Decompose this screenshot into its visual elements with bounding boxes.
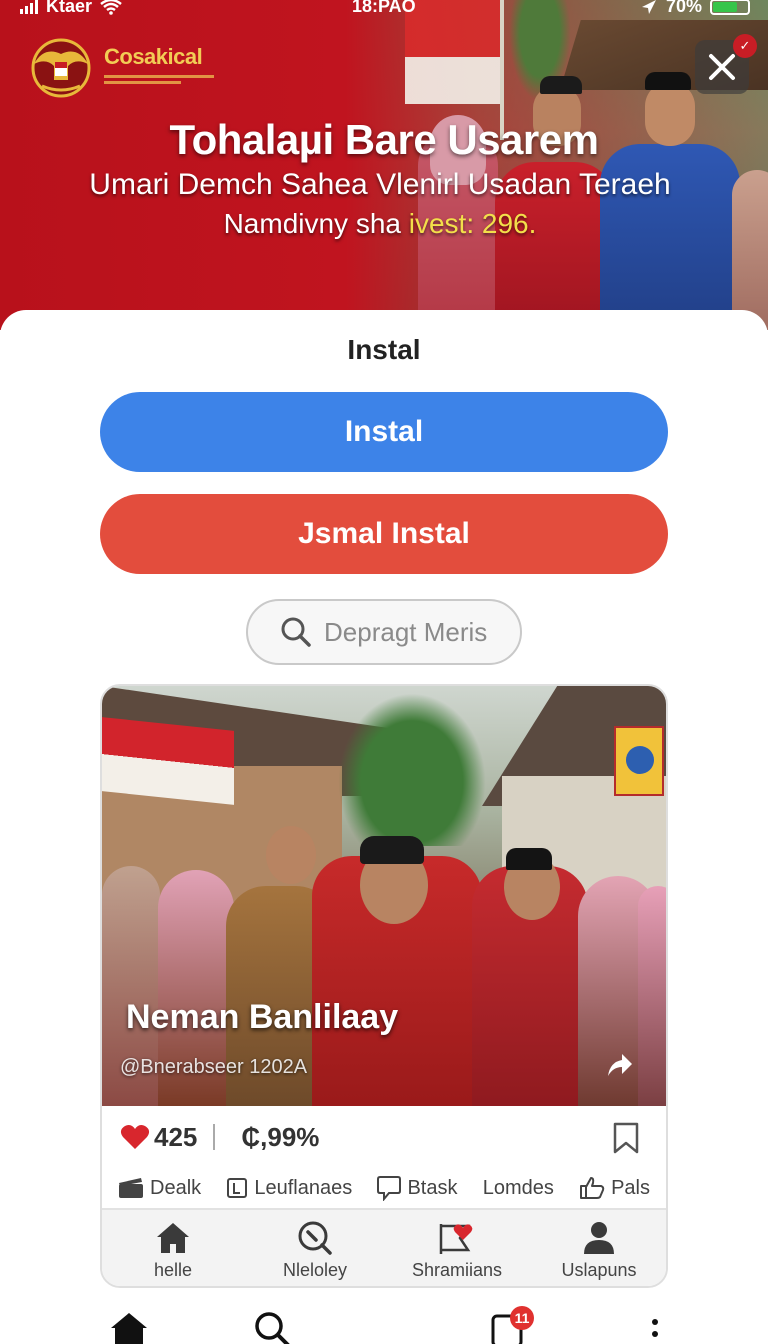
more-icon[interactable]	[650, 1310, 660, 1344]
header-banner: Ktaer 18:PAO 70% Cosakical ✓ Tohalaµi Ba…	[0, 0, 768, 330]
person-icon	[584, 1221, 614, 1254]
thumbs-up-icon	[580, 1177, 605, 1199]
emblem-logo-icon	[31, 38, 91, 98]
heart-icon	[120, 1125, 150, 1149]
post-handle[interactable]: @Bnerabseer 1202A	[120, 1056, 307, 1079]
search-button[interactable]: Depragt Meris	[246, 599, 522, 665]
sheet-title: Instal	[347, 334, 421, 365]
palm-tree	[332, 686, 492, 846]
search-icon	[281, 617, 311, 647]
action-pals[interactable]: Pals	[579, 1168, 650, 1208]
tab-search[interactable]: Nleloley	[250, 1220, 380, 1281]
logo-text: Cosakical	[104, 44, 203, 69]
person-cap	[360, 836, 424, 864]
logo-subtitle-lines	[104, 72, 214, 86]
banner-subline: Umari Demch Sahea Vlenirl Usadan Teraeh	[89, 168, 671, 201]
banner-highlight: ivest: 296.	[408, 208, 537, 239]
tab-label: Uslapuns	[561, 1259, 637, 1280]
battery-icon	[710, 0, 750, 15]
percent-stat: ₵,99%	[241, 1122, 319, 1153]
flag-image	[102, 717, 234, 805]
banner-subline-2-text: Namdivny sha	[223, 208, 409, 239]
install-button[interactable]: Instal	[100, 392, 668, 472]
action-dealk[interactable]: Dealk	[118, 1168, 201, 1208]
tab-label: Shramiians	[411, 1259, 503, 1280]
search-icon	[298, 1221, 332, 1255]
home-icon[interactable]	[108, 1310, 150, 1344]
bookmark-icon[interactable]	[612, 1122, 640, 1154]
location-icon	[641, 0, 656, 14]
like-count[interactable]: 425	[120, 1122, 197, 1153]
person-head	[266, 826, 316, 884]
share-arrow-icon[interactable]	[604, 1050, 634, 1080]
person-cap	[540, 76, 582, 94]
tag-box-icon	[227, 1178, 248, 1198]
post-stats: 425 ₵,99%	[102, 1106, 666, 1168]
banner-headline: Tohalaµi Bare Usarem	[169, 116, 599, 163]
post-photo[interactable]: Neman Banlilaay @Bnerabseer 1202A	[102, 686, 666, 1106]
stats-divider	[213, 1124, 216, 1150]
person-figure	[638, 886, 666, 1106]
post-title: Neman Banlilaay	[126, 998, 399, 1036]
action-label: Pals	[611, 1176, 650, 1199]
bottom-nav	[0, 1300, 768, 1344]
tab-home[interactable]: helle	[108, 1220, 238, 1281]
action-label: Lomdes	[482, 1176, 554, 1199]
clapper-icon	[119, 1178, 143, 1198]
action-label: Dealk	[150, 1176, 202, 1199]
heart-flag-icon	[439, 1223, 473, 1254]
action-btask[interactable]: Btask	[377, 1168, 457, 1208]
person-cap	[645, 72, 691, 90]
wifi-icon	[100, 0, 122, 15]
wall-banner	[614, 726, 664, 796]
action-leuflanaes[interactable]: Leuflanaes	[226, 1168, 352, 1208]
like-count-value: 425	[154, 1121, 198, 1152]
action-label: Leuflanaes	[254, 1176, 353, 1199]
close-badge: ✓	[733, 34, 757, 58]
chat-bubble-icon	[377, 1176, 402, 1201]
person-cap	[506, 848, 552, 870]
action-label: Btask	[407, 1176, 458, 1199]
tab-label: helle	[153, 1259, 193, 1280]
tab-profile[interactable]: Uslapuns	[534, 1220, 664, 1281]
status-bar: Ktaer 18:PAO 70%	[0, 0, 768, 22]
banner-subline-2: Namdivny sha ivest: 296.	[0, 208, 760, 240]
signal-icon	[20, 0, 38, 14]
action-lomdes[interactable]: Lomdes	[483, 1168, 554, 1208]
notification-badge: 11	[510, 1306, 534, 1330]
percent-stat-value: ₵,99%	[241, 1121, 320, 1152]
search-placeholder: Depragt Meris	[324, 616, 488, 647]
close-icon	[709, 54, 735, 80]
home-icon	[157, 1222, 189, 1253]
clock: 18:PAO	[352, 0, 416, 16]
tab-label: Nleloley	[282, 1259, 348, 1280]
battery-percent: 70%	[665, 0, 702, 16]
post-card[interactable]: Neman Banlilaay @Bnerabseer 1202A 425 ₵,…	[100, 684, 668, 1288]
search-icon[interactable]	[252, 1310, 292, 1344]
card-tab-bar: helle Nleloley Shramiians Uslapuns	[102, 1208, 666, 1286]
tab-shramiians[interactable]: Shramiians	[392, 1220, 522, 1281]
post-actions: Dealk Leuflanaes Btask Lomdes Pals	[102, 1168, 666, 1208]
carrier-label: Ktaer	[46, 0, 93, 16]
secondary-install-button[interactable]: Jsmal Instal	[100, 494, 668, 574]
